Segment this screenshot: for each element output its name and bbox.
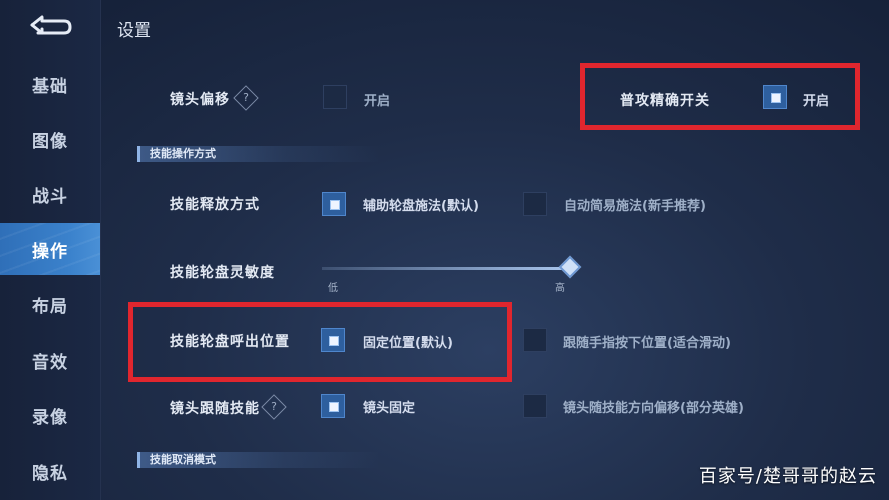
sensitivity-slider-track[interactable] [322,267,570,270]
camera-follow-option-1: 镜头固定 [363,401,416,416]
section-header: 技能取消模式 [137,452,380,468]
sidebar-item-label: 基础 [32,76,68,97]
sidebar-item-controls[interactable]: 操作 [0,223,100,275]
wheel-sensitivity-label: 技能轮盘灵敏度 [170,265,275,281]
sidebar-item-replay[interactable]: 录像 [0,389,100,441]
camera-follow-option-1-checkbox[interactable] [321,394,345,418]
sidebar-item-label: 图像 [32,131,68,152]
sidebar: 基础 图像 战斗 操作 布局 音效 录像 隐私 [0,0,101,500]
section-header: 技能操作方式 [137,146,380,162]
wheel-position-option-2: 跟随手指按下位置(适合滑动) [563,336,731,351]
skill-release-option-2-checkbox[interactable] [523,192,547,216]
skill-release-label: 技能释放方式 [170,197,260,213]
back-arrow-icon[interactable] [24,12,74,38]
camera-follow-option-2-checkbox[interactable] [523,394,547,418]
sidebar-item-combat[interactable]: 战斗 [0,168,100,220]
sidebar-item-privacy[interactable]: 隐私 [0,445,100,497]
sidebar-item-audio[interactable]: 音效 [0,334,100,386]
highlight-box [128,302,512,382]
slider-low-label: 低 [328,283,338,294]
camera-offset-label: 镜头偏移 [170,92,230,108]
sidebar-item-basic[interactable]: 基础 [0,58,100,110]
highlight-box [580,63,860,130]
help-icon[interactable]: ? [233,85,259,111]
page-title: 设置 [117,21,151,41]
camera-follow-option-2: 镜头随技能方向偏移(部分英雄) [563,401,744,416]
camera-offset-checkbox[interactable] [323,85,347,109]
sidebar-item-graphics[interactable]: 图像 [0,113,100,165]
sensitivity-slider-handle[interactable] [558,255,582,279]
wheel-position-option-2-checkbox[interactable] [523,328,547,352]
sidebar-item-label: 操作 [32,241,68,262]
sidebar-item-label: 布局 [32,296,68,317]
skill-release-option-2: 自动简易施法(新手推荐) [564,199,706,214]
sidebar-item-label: 隐私 [32,463,68,484]
sidebar-item-label: 音效 [32,352,68,373]
sidebar-item-layout[interactable]: 布局 [0,278,100,330]
slider-high-label: 高 [555,283,565,294]
sidebar-item-label: 录像 [32,407,68,428]
help-icon[interactable]: ? [261,394,287,420]
camera-follow-label: 镜头跟随技能 [170,401,260,417]
skill-release-option-1-checkbox[interactable] [322,192,346,216]
watermark-text: 百家号/楚哥哥的赵云 [698,466,877,487]
sidebar-item-label: 战斗 [32,186,68,207]
camera-offset-option: 开启 [364,94,391,109]
skill-release-option-1: 辅助轮盘施法(默认) [363,199,479,214]
